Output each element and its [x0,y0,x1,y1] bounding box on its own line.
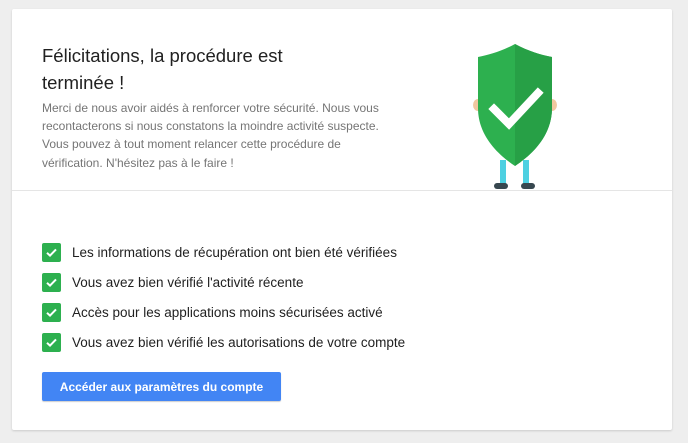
shield-shade [515,44,552,166]
page-title: Félicitations, la procédure est terminée… [42,45,283,93]
header-section: Félicitations, la procédure est terminée… [12,9,672,191]
illustration-right-shoe [521,183,535,189]
confirmation-card: Félicitations, la procédure est terminée… [12,9,672,430]
checklist-item-label: Les informations de récupération ont bie… [72,244,397,260]
account-settings-button[interactable]: Accéder aux paramètres du compte [42,372,281,401]
checklist-item: Les informations de récupération ont bie… [42,237,405,267]
illustration-right-leg [523,160,529,186]
checklist-item: Vous avez bien vérifié l'activité récent… [42,267,405,297]
checkbox-checked-icon[interactable] [42,272,61,292]
checkbox-checked-icon[interactable] [42,332,61,352]
checklist-item: Accès pour les applications moins sécuri… [42,297,405,327]
checklist-item: Vous avez bien vérifié les autorisations… [42,327,405,357]
checklist-item-label: Vous avez bien vérifié les autorisations… [72,334,406,350]
checkbox-checked-icon[interactable] [42,302,61,322]
checklist-item-label: Vous avez bien vérifié l'activité récent… [72,274,304,290]
description-text: Merci de nous avoir aidés à renforcer vo… [42,101,379,170]
shield-checkmark-icon [473,44,557,189]
illustration-left-shoe [494,183,508,189]
checklist-item-label: Accès pour les applications moins sécuri… [72,304,383,320]
illustration-left-leg [500,160,506,186]
verification-checklist: Les informations de récupération ont bie… [42,237,405,357]
checkbox-checked-icon[interactable] [42,242,61,262]
